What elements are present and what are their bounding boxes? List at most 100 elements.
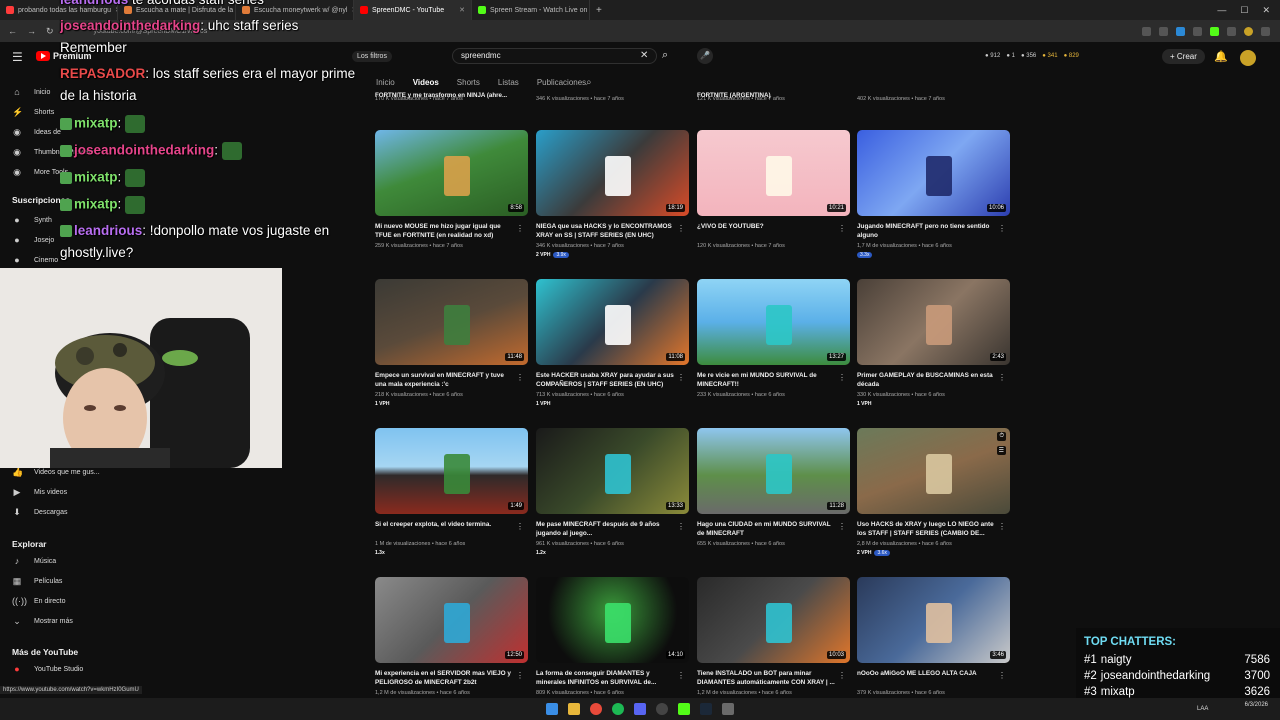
more-options-icon[interactable]: ⋮	[677, 671, 685, 680]
browser-tab[interactable]: SpreenDMC - YouTube ✕	[354, 0, 472, 20]
sidebar-explore-item[interactable]: ▦ Películas	[12, 576, 63, 587]
reload-icon[interactable]: ↻	[46, 26, 54, 37]
extension-icon[interactable]	[1227, 26, 1236, 36]
search-icon[interactable]: ⌕	[662, 49, 668, 62]
video-thumbnail[interactable]: ⏱ ☰	[857, 428, 1010, 514]
more-options-icon[interactable]: ⋮	[677, 224, 685, 233]
video-card[interactable]: 12:50 Mi experiencia en el SERVIDOR mas V…	[375, 577, 528, 696]
steam-icon[interactable]	[700, 703, 712, 715]
chat-username[interactable]: mixatp	[74, 116, 118, 131]
video-title[interactable]: ¿VIVO DE YOUTUBE?	[697, 223, 837, 240]
language-indicator[interactable]: LAA	[1197, 706, 1208, 712]
video-card[interactable]: 11:48 Empece un survival en MINECRAFT y t…	[375, 279, 528, 407]
sidebar-item-1[interactable]: ⚡ Shorts	[12, 107, 54, 118]
channel-search-icon[interactable]: ⌕	[586, 77, 592, 88]
tab-videos[interactable]: Videos	[413, 78, 439, 87]
video-card[interactable]: 1:49 Si el creeper explota, el video term…	[375, 428, 528, 556]
windows-start-icon[interactable]	[546, 703, 558, 715]
chat-username[interactable]: leandrious	[74, 223, 142, 238]
video-title[interactable]: Mi nuevo MOUSE me hizo jugar igual que T…	[375, 223, 515, 240]
more-options-icon[interactable]: ⋮	[516, 224, 524, 233]
video-card[interactable]: ⏱ ☰ Uso HACKS de XRAY y luego LO NIEGO ant…	[857, 428, 1010, 556]
chat-username[interactable]: REPASADOR	[60, 66, 145, 81]
tab-close-icon[interactable]: ✕	[459, 6, 465, 14]
video-thumbnail[interactable]: 3:46	[857, 577, 1010, 663]
video-card[interactable]: 10:06 Jugando MINECRAFT pero no tiene sen…	[857, 130, 1010, 258]
video-title[interactable]: Mi experiencia en el SERVIDOR mas VIEJO …	[375, 670, 515, 687]
microphone-icon[interactable]: 🎤	[697, 48, 713, 64]
video-thumbnail[interactable]: 10:06	[857, 130, 1010, 216]
more-options-icon[interactable]: ⋮	[516, 522, 524, 531]
video-title[interactable]: Me pase MINECRAFT después de 9 años juga…	[536, 521, 676, 538]
video-title[interactable]: Primer GAMEPLAY de BUSCAMINAS en esta dé…	[857, 372, 997, 389]
minimize-icon[interactable]: —	[1217, 5, 1226, 16]
video-thumbnail[interactable]: 1:49	[375, 428, 528, 514]
video-thumbnail[interactable]: 11:08	[536, 279, 689, 365]
chat-username[interactable]: mixatp	[74, 170, 118, 185]
sidebar-you-item[interactable]: ⬇ Descargas	[12, 507, 67, 518]
tab-publicaciones[interactable]: Publicaciones	[537, 78, 586, 87]
video-title[interactable]: Jugando MINECRAFT pero no tiene sentido …	[857, 223, 997, 240]
video-thumbnail[interactable]: 11:48	[375, 279, 528, 365]
obs-icon[interactable]	[656, 703, 668, 715]
watch-later-icon[interactable]: ⏱	[997, 432, 1006, 441]
video-title[interactable]: Si el creeper explota, el video termina.	[375, 521, 515, 538]
video-title[interactable]: NIEGA que usa HACKS y lo ENCONTRAMOS XRA…	[536, 223, 676, 240]
video-card[interactable]: 11:08 Este HACKER usaba XRAY para ayudar …	[536, 279, 689, 407]
sidebar-explore-item[interactable]: ⌄ Mostrar más	[12, 616, 73, 627]
more-options-icon[interactable]: ⋮	[838, 224, 846, 233]
sidebar-explore-item[interactable]: ((·)) En directo	[12, 596, 66, 606]
chat-username[interactable]: joseandointhedarking	[74, 143, 214, 158]
kick-icon[interactable]	[678, 703, 690, 715]
avatar[interactable]	[1240, 50, 1256, 66]
video-thumbnail[interactable]: 14:10	[536, 577, 689, 663]
sidebar-item-2[interactable]: ◉ Ideas de	[12, 127, 61, 138]
search-input[interactable]: spreendmc	[452, 48, 657, 64]
chrome-icon[interactable]	[590, 703, 602, 715]
video-card[interactable]: 13:33 Me pase MINECRAFT después de 9 años…	[536, 428, 689, 556]
profile-icon[interactable]	[1244, 26, 1253, 36]
sidebar-item-0[interactable]: ⌂ Inicio	[12, 87, 50, 97]
more-options-icon[interactable]: ⋮	[998, 671, 1006, 680]
chat-username[interactable]: leandrious	[60, 0, 128, 7]
spotify-icon[interactable]	[612, 703, 624, 715]
video-title[interactable]: Hago una CIUDAD en mi MUNDO SURVIVAL de …	[697, 521, 837, 538]
extension-icon[interactable]	[1176, 26, 1185, 36]
video-title[interactable]: La forma de conseguir DIAMANTES y minera…	[536, 670, 676, 687]
more-options-icon[interactable]: ⋮	[838, 373, 846, 382]
video-card[interactable]: 13:27 Me re vicie en mi MUNDO SURVIVAL de…	[697, 279, 850, 398]
video-thumbnail[interactable]: 13:27	[697, 279, 850, 365]
video-thumbnail[interactable]: 12:50	[375, 577, 528, 663]
app-icon[interactable]	[722, 703, 734, 715]
more-options-icon[interactable]: ⋮	[998, 373, 1006, 382]
tab-shorts[interactable]: Shorts	[457, 78, 480, 87]
video-title[interactable]: Uso HACKS de XRAY y luego LO NIEGO ante …	[857, 521, 997, 538]
more-options-icon[interactable]: ⋮	[998, 224, 1006, 233]
video-thumbnail[interactable]: 13:33	[536, 428, 689, 514]
extension-icon[interactable]	[1210, 26, 1219, 36]
clear-search-icon[interactable]: ✕	[640, 50, 648, 61]
sidebar-explore-item[interactable]: ♪ Música	[12, 556, 56, 566]
video-card[interactable]: 8:58 Mi nuevo MOUSE me hizo jugar igual q…	[375, 130, 528, 249]
video-thumbnail[interactable]: 10:21	[697, 130, 850, 216]
browser-tab[interactable]: Spreen Stream - Watch Live on✕	[472, 0, 590, 20]
more-options-icon[interactable]: ⋮	[677, 373, 685, 382]
video-card[interactable]: 2:43 Primer GAMEPLAY de BUSCAMINAS en est…	[857, 279, 1010, 407]
sidebar-more-item[interactable]: ● YouTube Studio	[12, 664, 83, 674]
more-options-icon[interactable]: ⋮	[677, 522, 685, 531]
video-card[interactable]: 10:21 ¿VIVO DE YOUTUBE? ⋮ 120 K visualizaci…	[697, 130, 850, 249]
video-thumbnail[interactable]: 10:03	[697, 577, 850, 663]
menu-icon[interactable]	[1261, 26, 1270, 36]
tab-inicio[interactable]: Inicio	[376, 78, 395, 87]
more-options-icon[interactable]: ⋮	[838, 671, 846, 680]
back-icon[interactable]: ←	[8, 26, 17, 37]
video-title[interactable]: Empece un survival en MINECRAFT y tuve u…	[375, 372, 515, 389]
subscription-item[interactable]: ● Josejo	[12, 235, 54, 245]
video-thumbnail[interactable]: 11:28	[697, 428, 850, 514]
video-thumbnail[interactable]: 18:19	[536, 130, 689, 216]
video-card[interactable]: 14:10 La forma de conseguir DIAMANTES y m…	[536, 577, 689, 696]
video-title[interactable]: nOoOo aMiGoO ME LLEGO ALTA CAJA	[857, 670, 997, 687]
more-options-icon[interactable]: ⋮	[998, 522, 1006, 531]
create-button[interactable]: + Crear	[1162, 49, 1205, 64]
more-options-icon[interactable]: ⋮	[838, 522, 846, 531]
